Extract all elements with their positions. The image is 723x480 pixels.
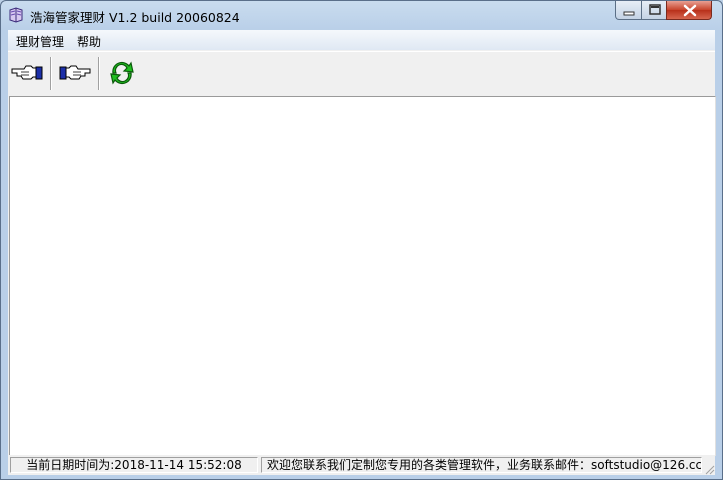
refresh-button[interactable] [103, 55, 141, 91]
app-window: 浩海管家理财 V1.2 build 20060824 理财管理 帮助 当前日期时… [0, 0, 723, 480]
app-book-icon[interactable] [8, 7, 24, 23]
toolbar-separator [98, 57, 99, 90]
toolbar-separator [50, 57, 51, 90]
back-button[interactable] [9, 55, 47, 91]
refresh-icon [110, 61, 134, 85]
minimize-button[interactable] [615, 1, 642, 20]
hand-point-left-icon [11, 65, 43, 80]
menu-help[interactable]: 帮助 [77, 33, 101, 50]
minimize-icon [623, 11, 635, 16]
close-icon [683, 4, 697, 17]
hand-point-right-icon [59, 65, 91, 80]
status-message: 欢迎您联系我们定制您专用的各类管理软件，业务联系邮件：softstudio@12… [261, 457, 702, 473]
forward-button[interactable] [55, 55, 93, 91]
resize-grip-icon [705, 465, 715, 475]
window-title: 浩海管家理财 V1.2 build 20060824 [30, 10, 240, 25]
maximize-icon [649, 4, 661, 15]
resize-grip[interactable] [703, 463, 715, 475]
status-bar: 当前日期时间为:2018-11-14 15:52:08 欢迎您联系我们定制您专用… [8, 455, 715, 475]
title-bar[interactable]: 浩海管家理财 V1.2 build 20060824 [1, 1, 722, 29]
client-area: 理财管理 帮助 当前日期时间为:2018-11-14 15:52:08 欢迎您联… [8, 30, 716, 475]
close-button[interactable] [666, 1, 712, 20]
status-datetime: 当前日期时间为:2018-11-14 15:52:08 [10, 457, 258, 473]
menu-bar: 理财管理 帮助 [8, 30, 715, 50]
maximize-button[interactable] [641, 1, 667, 20]
toolbar [8, 51, 715, 96]
menu-finance-management[interactable]: 理财管理 [16, 33, 64, 50]
main-content-area[interactable] [9, 96, 716, 456]
